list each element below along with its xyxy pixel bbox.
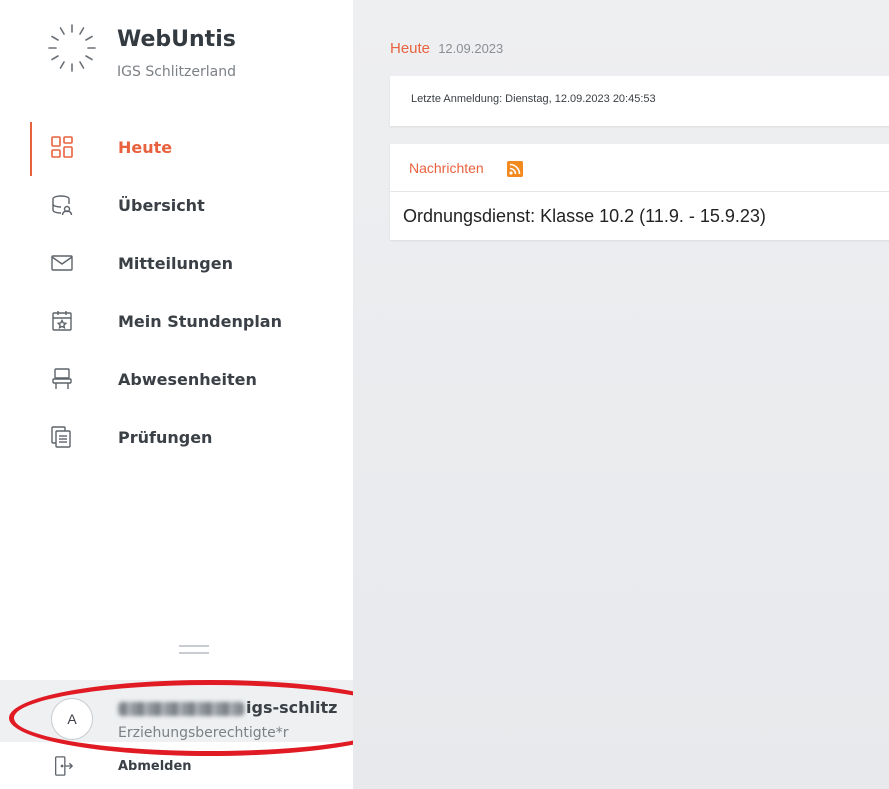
sidebar-item-pruefungen[interactable]: Prüfungen [0, 408, 353, 466]
chair-icon [50, 367, 74, 391]
logout-icon [55, 756, 74, 776]
news-item[interactable]: Ordnungsdienst: Klasse 10.2 (11.9. - 15.… [403, 206, 766, 227]
sidebar-item-label: Prüfungen [118, 427, 213, 447]
sidebar-item-label: Abwesenheiten [118, 369, 257, 389]
envelope-icon [50, 251, 74, 275]
dashboard-icon [50, 135, 74, 159]
news-title: Nachrichten [409, 160, 484, 176]
exams-icon [50, 425, 74, 449]
overview-icon [50, 193, 74, 217]
sidebar-item-label: Mitteilungen [118, 253, 233, 273]
logout-button[interactable]: Abmelden [52, 754, 192, 778]
sidebar-item-label: Mein Stundenplan [118, 311, 282, 331]
main-content: Heute 12.09.2023 Letzte Anmeldung: Diens… [353, 0, 889, 789]
redacted-name [118, 701, 244, 716]
news-card: Nachrichten Ordnungsdienst: Klasse 10.2 … [390, 144, 889, 240]
school-name: IGS Schlitzerland [117, 64, 236, 80]
user-name-suffix: igs-schlitz [246, 698, 338, 717]
page-date: 12.09.2023 [438, 41, 504, 56]
main-nav: Heute Übersicht Mitteilungen Mein Stunde… [0, 118, 353, 466]
sidebar-item-label: Heute [118, 137, 173, 157]
logout-label: Abmelden [118, 758, 192, 774]
sidebar-item-label: Übersicht [118, 195, 205, 215]
user-role: Erziehungsberechtigte*r [118, 725, 289, 741]
sidebar-item-uebersicht[interactable]: Übersicht [0, 176, 353, 234]
sidebar-item-heute[interactable]: Heute [0, 118, 353, 176]
user-name: igs-schlitz [118, 698, 337, 717]
rss-feed-icon[interactable] [507, 161, 523, 177]
sidebar-item-mitteilungen[interactable]: Mitteilungen [0, 234, 353, 292]
breadcrumb: Heute 12.09.2023 [390, 40, 503, 57]
last-login-text: Letzte Anmeldung: Dienstag, 12.09.2023 2… [411, 93, 656, 105]
sidebar-item-abwesenheiten[interactable]: Abwesenheiten [0, 350, 353, 408]
page-title: Heute [390, 40, 431, 57]
calendar-star-icon [50, 309, 74, 333]
sidebar-item-stundenplan[interactable]: Mein Stundenplan [0, 292, 353, 350]
app-title: WebUntis [117, 27, 236, 52]
user-profile[interactable]: A igs-schlitz Erziehungsberechtigte*r [0, 680, 353, 742]
app-window: WebUntis IGS Schlitzerland Heute Übersic… [0, 0, 889, 789]
collapse-handle[interactable] [179, 645, 209, 657]
news-header: Nachrichten [390, 144, 889, 192]
last-login-card: Letzte Anmeldung: Dienstag, 12.09.2023 2… [390, 76, 889, 126]
avatar: A [51, 698, 93, 740]
webuntis-logo-icon [48, 24, 96, 72]
sidebar: WebUntis IGS Schlitzerland Heute Übersic… [0, 0, 411, 789]
